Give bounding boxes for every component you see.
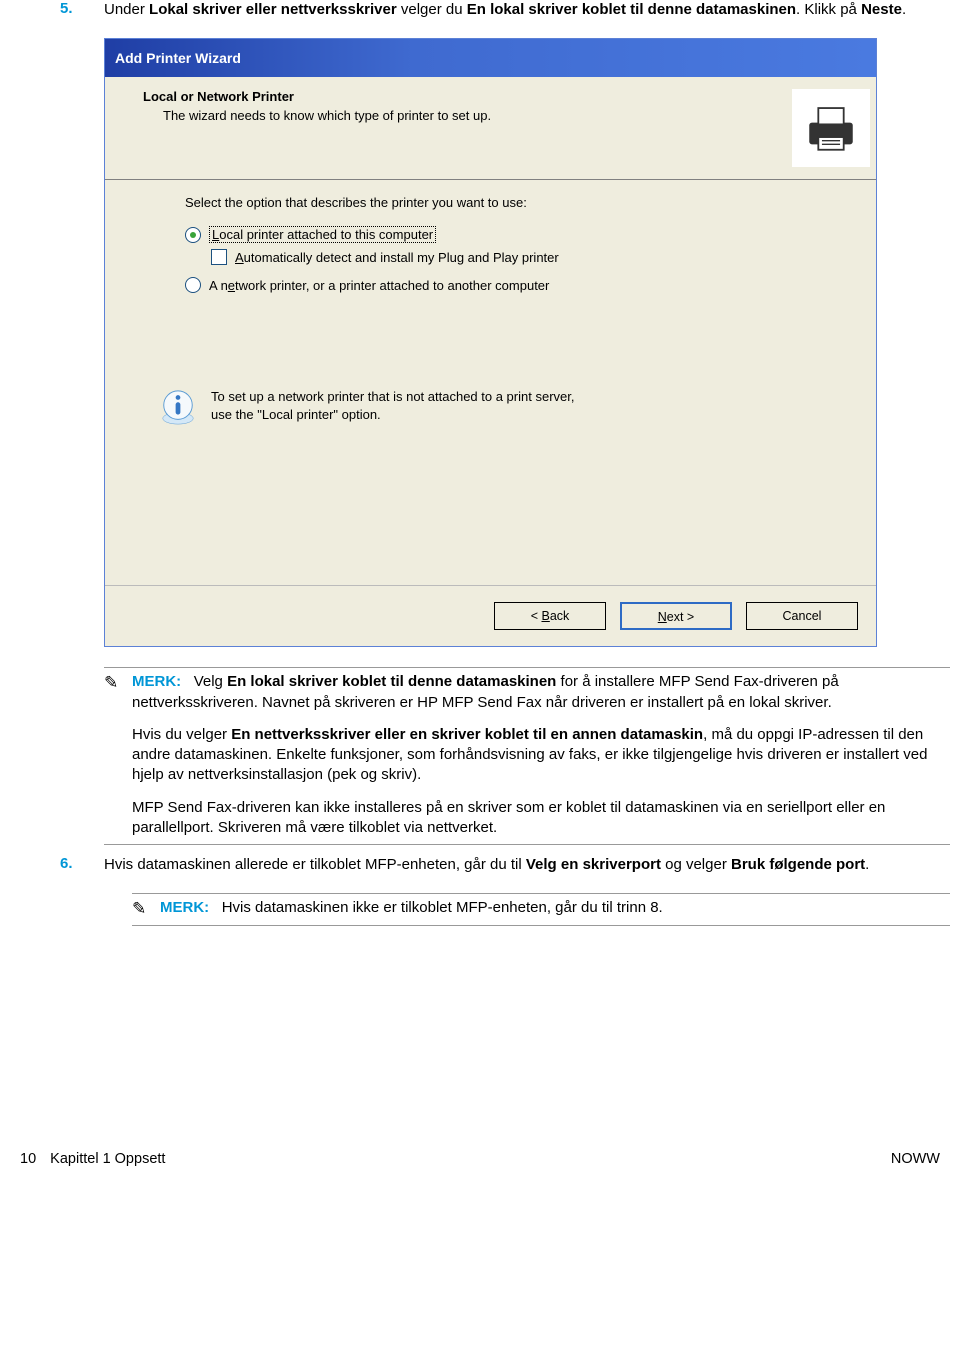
checkbox-auto-detect[interactable]: Automatically detect and install my Plug… [211,249,796,265]
chapter-title: Kapittel 1 Oppsett [50,1151,165,1167]
note1-p2: Hvis du velger En nettverksskriver eller… [132,725,950,786]
note-block-2: ✎ MERK: Hvis datamaskinen ikke er tilkob… [132,893,950,925]
radio-network-printer-label: A network printer, or a printer attached… [209,278,549,293]
radio-local-printer-label: Local printer attached to this computer [209,226,436,243]
merk-label: MERK: [132,673,181,690]
dialog-prompt: Select the option that describes the pri… [185,195,796,210]
note2-text: Hvis datamaskinen ikke er tilkoblet MFP-… [222,899,663,916]
printer-icon [792,89,870,167]
next-button[interactable]: Next > [620,602,732,630]
note-icon: ✎ [104,672,118,695]
radio-button-icon [185,277,201,293]
dialog-titlebar: Add Printer Wizard [105,39,876,77]
cancel-button[interactable]: Cancel [746,602,858,630]
step-number-6: 6. [60,855,73,872]
dialog-body: Select the option that describes the pri… [105,180,876,585]
dialog-button-row: < Back Next > Cancel [105,585,876,646]
info-text: To set up a network printer that is not … [211,388,574,423]
footer-right: NOWW [891,1151,940,1167]
note-block-1: ✎ MERK: Velg En lokal skriver koblet til… [104,667,950,845]
merk-label: MERK: [160,899,209,916]
info-row: To set up a network printer that is not … [159,388,796,426]
dialog-title: Add Printer Wizard [115,50,241,66]
note-icon: ✎ [132,898,146,921]
note1-p1: MERK: Velg En lokal skriver koblet til d… [132,672,950,713]
step-5-text: Under Lokal skriver eller nettverksskriv… [104,0,950,20]
step-number-5: 5. [60,0,73,17]
checkbox-auto-detect-label: Automatically detect and install my Plug… [235,250,559,265]
step-6: 6. Hvis datamaskinen allerede er tilkobl… [10,855,950,875]
checkbox-icon [211,249,227,265]
page-number: 10 [20,1151,36,1167]
dialog-header: Local or Network Printer The wizard need… [105,77,876,180]
note1-p3: MFP Send Fax-driveren kan ikke installer… [132,798,950,839]
dialog-header-subtitle: The wizard needs to know which type of p… [143,108,792,123]
dialog-header-title: Local or Network Printer [143,89,792,104]
info-icon [159,388,197,426]
step-6-text: Hvis datamaskinen allerede er tilkoblet … [104,855,950,875]
page-footer: 10 Kapittel 1 Oppsett NOWW [10,1151,950,1187]
radio-local-printer[interactable]: Local printer attached to this computer [185,226,796,243]
back-button[interactable]: < Back [494,602,606,630]
radio-button-selected-icon [185,227,201,243]
step-5: 5. Under Lokal skriver eller nettverkssk… [10,0,950,20]
add-printer-wizard-dialog: Add Printer Wizard Local or Network Prin… [104,38,877,647]
radio-network-printer[interactable]: A network printer, or a printer attached… [185,277,796,293]
